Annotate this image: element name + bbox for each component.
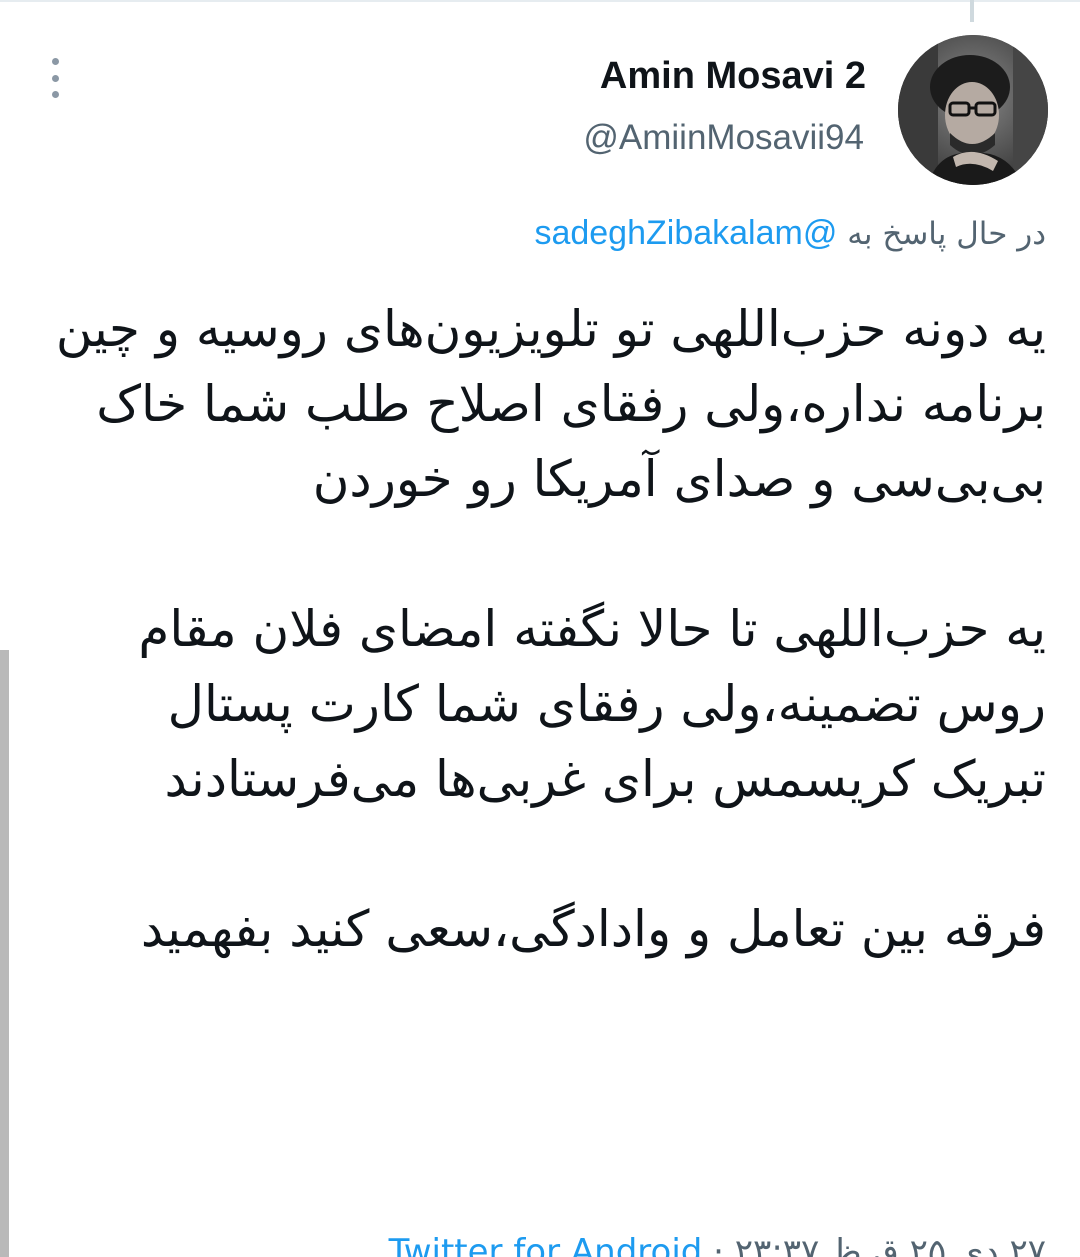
avatar-photo: [898, 35, 1048, 185]
reply-mention-link[interactable]: @sadeghZibakalam: [534, 214, 837, 252]
tweet-text: یه دونه حزب‌اللهی تو تلویزیون‌های روسیه …: [46, 292, 1046, 967]
tweet-timestamp[interactable]: ۲۷ دی ۲۵ ق.ظ ۲۳:۳۷: [735, 1232, 1046, 1257]
tweet-paragraph: یه دونه حزب‌اللهی تو تلویزیون‌های روسیه …: [39, 300, 1046, 508]
vertical-ellipsis-icon: [51, 58, 59, 65]
vertical-ellipsis-icon: [51, 91, 59, 98]
reply-context: در حال پاسخ به @sadeghZibakalam: [534, 214, 1046, 253]
author-name[interactable]: Amin Mosavi 2: [600, 55, 866, 98]
more-options-button[interactable]: [40, 58, 70, 98]
tweet-detail-screen: Amin Mosavi 2 @AmiinMosavii94 در حال پاس…: [0, 0, 1080, 1257]
author-handle[interactable]: @AmiinMosavii94: [583, 118, 864, 158]
avatar[interactable]: [898, 35, 1048, 185]
tweet-paragraph: فرقه بین تعامل و وادادگی،سعی کنید بفهمید: [140, 900, 1046, 958]
tweet-meta: ۲۷ دی ۲۵ ق.ظ ۲۳:۳۷ · Twitter for Android: [389, 1232, 1046, 1257]
thread-connector-line: [970, 0, 974, 22]
meta-separator: ·: [702, 1232, 724, 1257]
tweet-paragraph: یه حزب‌اللهی تا حالا نگفته امضای فلان مق…: [122, 600, 1046, 808]
top-divider: [0, 0, 1080, 2]
reply-prefix: در حال پاسخ به: [847, 216, 1046, 252]
tweet-source-link[interactable]: Twitter for Android: [389, 1232, 703, 1257]
vertical-ellipsis-icon: [51, 74, 59, 82]
scroll-indicator[interactable]: [0, 650, 9, 1257]
